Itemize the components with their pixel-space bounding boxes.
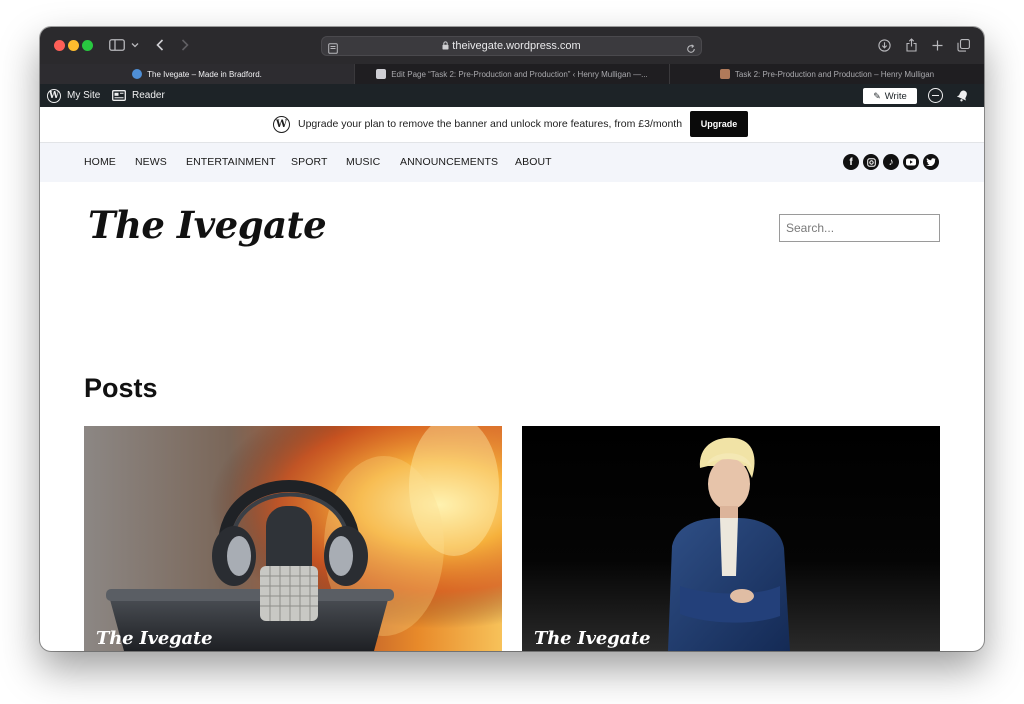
profile-photo-icon [719,69,730,79]
back-arrow-icon[interactable] [153,35,167,55]
upgrade-button[interactable]: Upgrade [690,111,748,137]
post-image-person[interactable] [522,426,940,651]
nav-item-sport[interactable]: SPORT [291,156,327,168]
minimize-window-button[interactable] [68,40,79,51]
sidebar-toggle-icon[interactable] [108,35,126,55]
reload-icon[interactable] [686,41,696,59]
browser-toolbar: theivegate.wordpress.com [40,27,984,64]
nav-item-entertainment[interactable]: ENTERTAINMENT [186,156,276,168]
banner-text: Upgrade your plan to remove the banner a… [298,118,683,130]
wordpress-logo-icon: W [47,88,61,103]
tab-overview-icon[interactable] [955,35,971,55]
reader-icon [112,90,126,101]
nav-item-announcements[interactable]: ANNOUNCEMENTS [400,156,498,168]
card-watermark-logo: The Ivegate [96,628,213,649]
tab-title: Task 2: Pre-Production and Production – … [734,69,935,79]
write-button[interactable]: ✎ Write [863,88,917,104]
notifications-bell-icon[interactable] [956,89,970,107]
post-card[interactable]: The Ivegate [522,426,940,651]
new-tab-icon[interactable] [929,35,945,55]
tiktok-icon[interactable]: ♪ [883,154,899,170]
site-navigation: HOME NEWS ENTERTAINMENT SPORT MUSIC ANNO… [40,143,984,182]
url-text: theivegate.wordpress.com [452,40,581,52]
tab-the-ivegate[interactable]: The Ivegate – Made in Bradford. [40,64,354,84]
card-watermark-logo: The Ivegate [534,628,651,649]
site-logo[interactable]: The Ivegate [88,203,327,247]
nav-item-music[interactable]: MUSIC [346,156,380,168]
feather-icon: ✎ [873,90,881,101]
wordpress-logo-icon: W [273,116,290,133]
nav-item-home[interactable]: HOME [84,156,116,168]
address-bar[interactable]: theivegate.wordpress.com [321,36,702,56]
browser-window: theivegate.wordpress.com The Ivegate – M… [40,27,984,651]
tab-title: Edit Page “Task 2: Pre-Production and Pr… [391,69,648,79]
reader-link[interactable]: Reader [112,84,165,107]
my-site-link[interactable]: W My Site [47,84,100,107]
upgrade-banner: W Upgrade your plan to remove the banner… [40,107,984,143]
my-site-label: My Site [67,90,101,101]
wordpress-icon [132,69,143,79]
post-card[interactable]: The Ivegate [84,426,502,651]
share-icon[interactable] [903,35,919,55]
zoom-window-button[interactable] [82,40,93,51]
tab-edit-page[interactable]: Edit Page “Task 2: Pre-Production and Pr… [354,64,669,84]
facebook-icon[interactable]: f [843,154,859,170]
tab-bar: The Ivegate – Made in Bradford. Edit Pag… [40,64,984,84]
close-window-button[interactable] [54,40,65,51]
url-display: theivegate.wordpress.com [322,40,701,53]
nav-item-about[interactable]: ABOUT [515,156,552,168]
nav-item-news[interactable]: NEWS [135,156,167,168]
twitter-icon[interactable] [923,154,939,170]
write-label: Write [884,90,907,102]
wp-admin-bar: W My Site Reader ✎ Write [40,84,984,107]
search-input[interactable] [779,214,940,242]
post-image-microphone[interactable] [84,426,502,651]
instagram-icon[interactable] [863,154,879,170]
tab-task-2[interactable]: Task 2: Pre-Production and Production – … [669,64,984,84]
forward-arrow-icon[interactable] [178,35,192,55]
posts-heading: Posts [84,373,158,403]
youtube-icon[interactable] [903,154,919,170]
lock-icon [442,41,449,53]
page-grid-icon [376,69,387,79]
chevron-down-icon[interactable] [130,35,140,55]
downloads-icon[interactable] [876,35,892,55]
profile-icon[interactable] [928,88,943,103]
reader-label: Reader [132,90,165,101]
tab-title: The Ivegate – Made in Bradford. [147,69,262,79]
